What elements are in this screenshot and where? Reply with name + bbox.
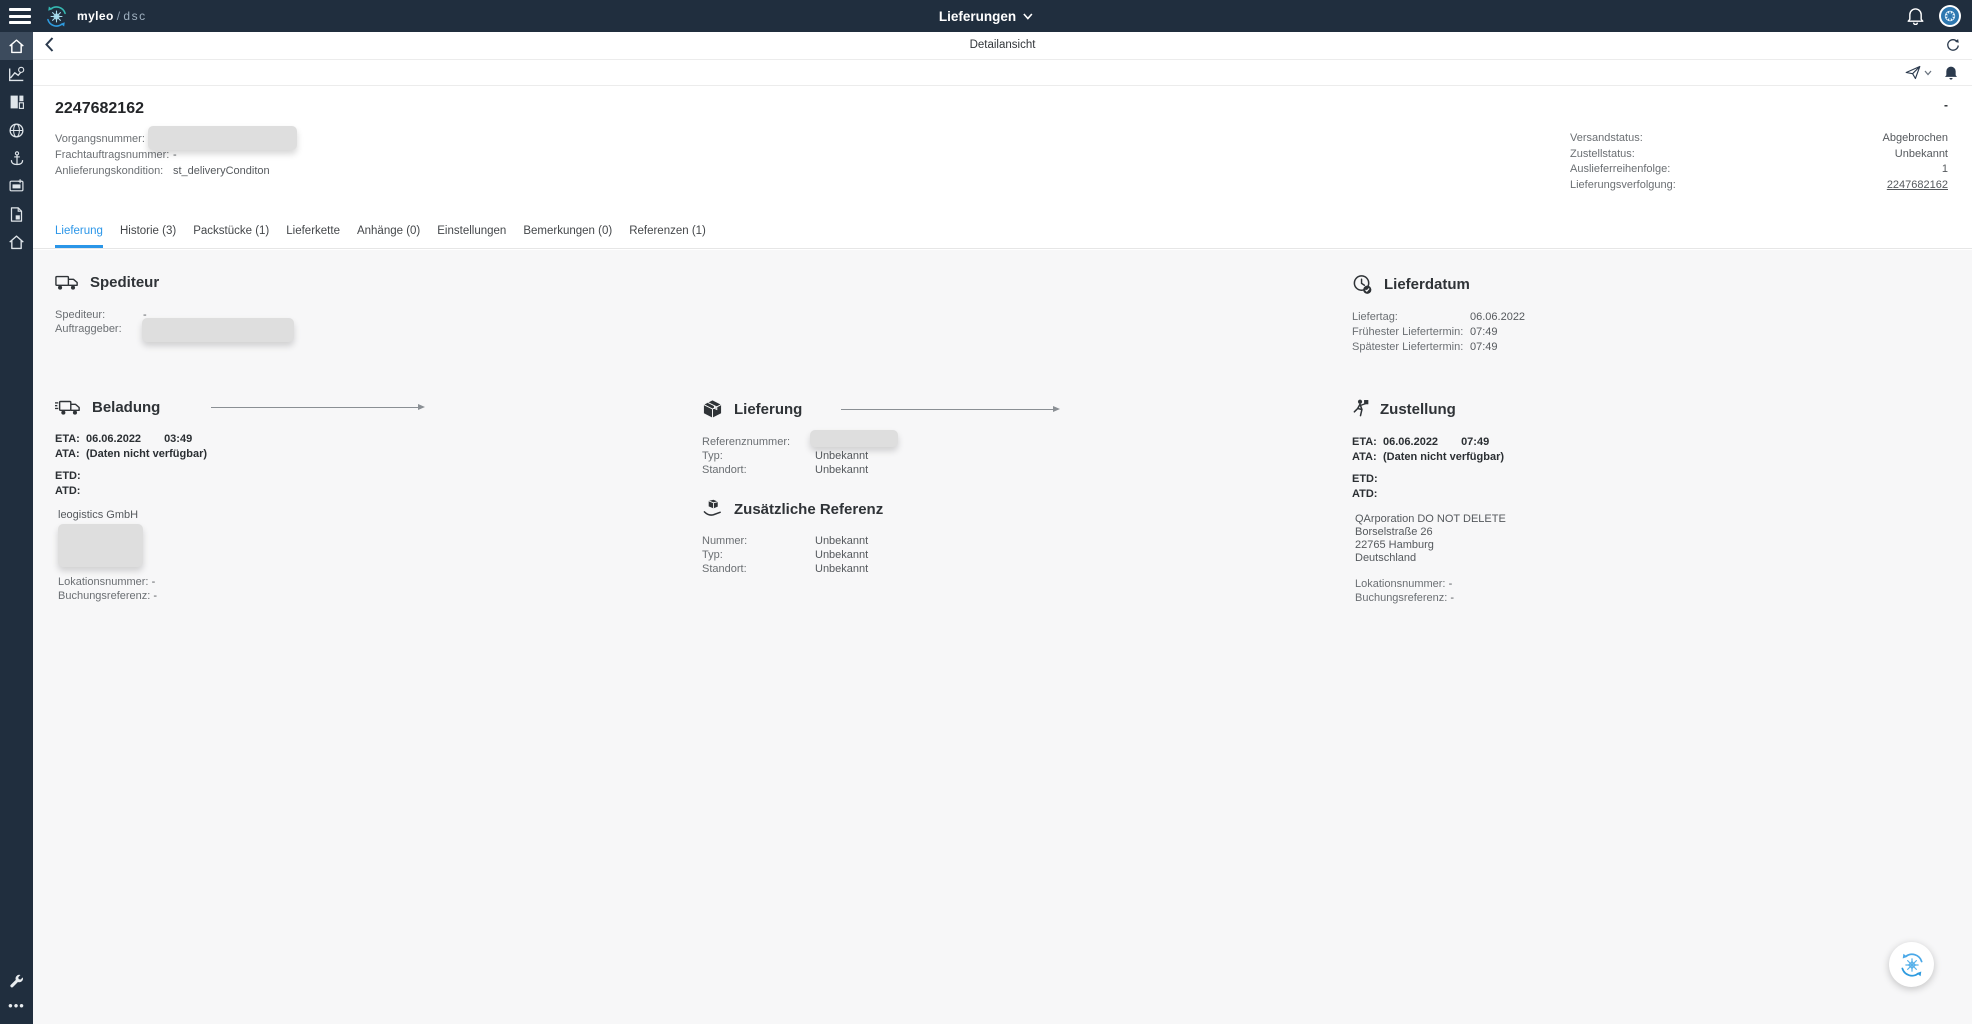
home-outline-icon	[9, 234, 24, 249]
chart-monitor-icon	[9, 66, 25, 81]
paper-plane-icon	[1905, 65, 1921, 80]
delivery-number: 2247682162	[55, 100, 144, 117]
ellipsis-icon: •••	[8, 998, 25, 1013]
package-icon	[703, 400, 722, 418]
tracking-link[interactable]: 2247682162	[1887, 178, 1948, 194]
header-right-fields: Versandstatus: Abgebrochen Zustellstatus:…	[1570, 131, 1948, 193]
tab-packstuecke[interactable]: Packstücke (1)	[193, 215, 269, 248]
tab-lieferung[interactable]: Lieferung	[55, 215, 103, 248]
brand-name: myleo / dsc	[77, 9, 147, 23]
myleo-logo-icon	[44, 4, 69, 29]
section-zustellung: Zustellung ETA: 06.06.2022 07:49 ATA: (Date…	[1352, 399, 1506, 604]
section-lieferdatum: Lieferdatum Liefertag: 06.06.2022 Frühest…	[1352, 275, 1526, 353]
chevron-left-icon	[45, 37, 54, 52]
alerts-bell-button[interactable]	[1944, 65, 1958, 80]
user-avatar[interactable]	[1938, 4, 1962, 28]
sidebar-item-port[interactable]	[0, 144, 33, 172]
assistant-fab-button[interactable]	[1889, 942, 1934, 987]
clock-check-icon	[1353, 275, 1372, 294]
action-toolbar	[33, 60, 1972, 86]
sidebar-item-monitoring[interactable]	[0, 60, 33, 88]
back-button[interactable]	[45, 37, 54, 52]
delivery-country: Deutschland	[1355, 552, 1417, 564]
calendar-plus-icon	[9, 179, 24, 192]
flow-arrow	[841, 405, 1061, 412]
anchor-icon	[10, 150, 23, 165]
sidebar: •••	[0, 32, 33, 1024]
document-icon	[10, 206, 23, 222]
main-area: Detailansicht 2247682162 Vorgangsnummer:…	[33, 32, 1972, 1024]
delivery-person-icon	[1353, 399, 1369, 417]
tab-einstellungen[interactable]: Einstellungen	[437, 215, 506, 248]
tab-bemerkungen[interactable]: Bemerkungen (0)	[523, 215, 612, 248]
menu-icon[interactable]	[9, 8, 31, 24]
delivery-city: 22765 Hamburg	[1355, 539, 1434, 551]
globe-icon	[9, 122, 24, 138]
truck-loading-icon	[55, 400, 80, 415]
home-icon	[9, 38, 24, 53]
sidebar-item-globe[interactable]	[0, 116, 33, 144]
sidebar-item-dashboard[interactable]	[0, 88, 33, 116]
hand-box-icon	[703, 499, 721, 516]
tab-historie[interactable]: Historie (3)	[120, 215, 176, 248]
chevron-down-icon	[1924, 70, 1932, 75]
tab-lieferkette[interactable]: Lieferkette	[286, 215, 340, 248]
tab-bar: Lieferung Historie (3) Packstücke (1) Li…	[33, 215, 1972, 249]
truck-icon	[55, 275, 78, 290]
header-corner-value: -	[1944, 98, 1948, 112]
refresh-icon	[1947, 38, 1959, 51]
tab-anhaenge[interactable]: Anhänge (0)	[357, 215, 420, 248]
sidebar-item-documents[interactable]	[0, 200, 33, 228]
loading-company: leogistics GmbH	[58, 509, 139, 521]
redacted-address	[58, 524, 143, 567]
section-beladung: Beladung ETA: 06.06.2022 03:49 ATA: (Daten …	[55, 399, 455, 602]
refresh-button[interactable]	[1946, 38, 1960, 53]
sidebar-item-warehouse[interactable]	[0, 228, 33, 256]
notifications-bell-icon[interactable]	[1907, 7, 1924, 25]
chevron-down-icon	[1023, 12, 1033, 20]
top-bar: myleo / dsc Lieferungen	[0, 0, 1972, 32]
section-spediteur: Spediteur Spediteur: - Auftraggeber:	[55, 274, 475, 342]
module-title: Lieferungen	[938, 8, 1017, 24]
tab-content: Spediteur Spediteur: - Auftraggeber: Lief…	[33, 250, 1972, 1024]
flow-arrow	[211, 404, 426, 410]
redacted-value	[142, 318, 294, 342]
delivery-company: QArporation DO NOT DELETE	[1355, 513, 1506, 525]
delivery-header: 2247682162 Vorgangsnummer: Frachtauftrag…	[33, 86, 1972, 215]
redacted-value	[810, 430, 898, 447]
page-title: Detailansicht	[969, 39, 1036, 51]
sidebar-item-planning[interactable]	[0, 172, 33, 200]
delivery-street: Borselstraße 26	[1355, 526, 1433, 538]
detail-bar: Detailansicht	[33, 32, 1972, 60]
redacted-value	[148, 126, 297, 150]
tab-referenzen[interactable]: Referenzen (1)	[629, 215, 706, 248]
section-zusaetzliche-referenz: Zusätzliche Referenz Nummer: Unbekannt Ty…	[702, 499, 884, 575]
send-button[interactable]	[1905, 65, 1932, 80]
section-lieferung: Lieferung Referenznummer: Typ: Unbekannt …	[702, 399, 1122, 477]
myleo-logo-icon	[1901, 953, 1922, 976]
sidebar-item-home[interactable]	[0, 32, 33, 60]
module-switcher[interactable]: Lieferungen	[939, 0, 1033, 32]
sidebar-item-tools[interactable]	[0, 968, 33, 996]
sidebar-item-more[interactable]: •••	[0, 996, 33, 1024]
wrench-icon	[9, 974, 23, 988]
dashboard-icon	[10, 95, 24, 109]
